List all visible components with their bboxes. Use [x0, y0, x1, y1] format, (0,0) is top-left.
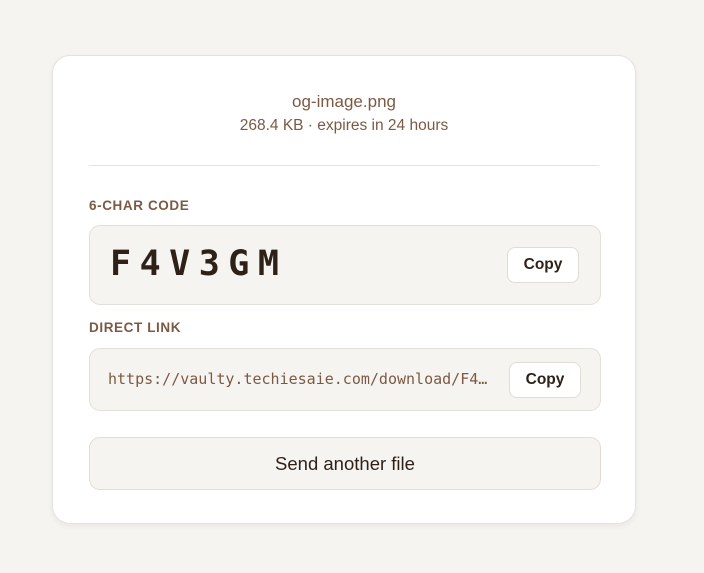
link-label: DIRECT LINK	[89, 320, 182, 335]
file-name: og-image.png	[292, 92, 396, 111]
divider	[89, 165, 599, 166]
share-card: og-image.png 268.4 KB · expires in 24 ho…	[52, 55, 636, 524]
direct-link[interactable]: https://vaulty.techiesaie.com/download/F…	[108, 370, 496, 388]
code-label: 6-CHAR CODE	[89, 198, 190, 213]
copy-link-button[interactable]: Copy	[509, 362, 581, 398]
copy-code-button[interactable]: Copy	[507, 247, 579, 283]
send-another-file-button[interactable]: Send another file	[89, 437, 601, 490]
link-box: https://vaulty.techiesaie.com/download/F…	[89, 348, 601, 411]
code-box: F4V3GM Copy	[89, 225, 601, 305]
file-meta: 268.4 KB · expires in 24 hours	[239, 117, 449, 134]
share-code: F4V3GM	[110, 244, 288, 284]
